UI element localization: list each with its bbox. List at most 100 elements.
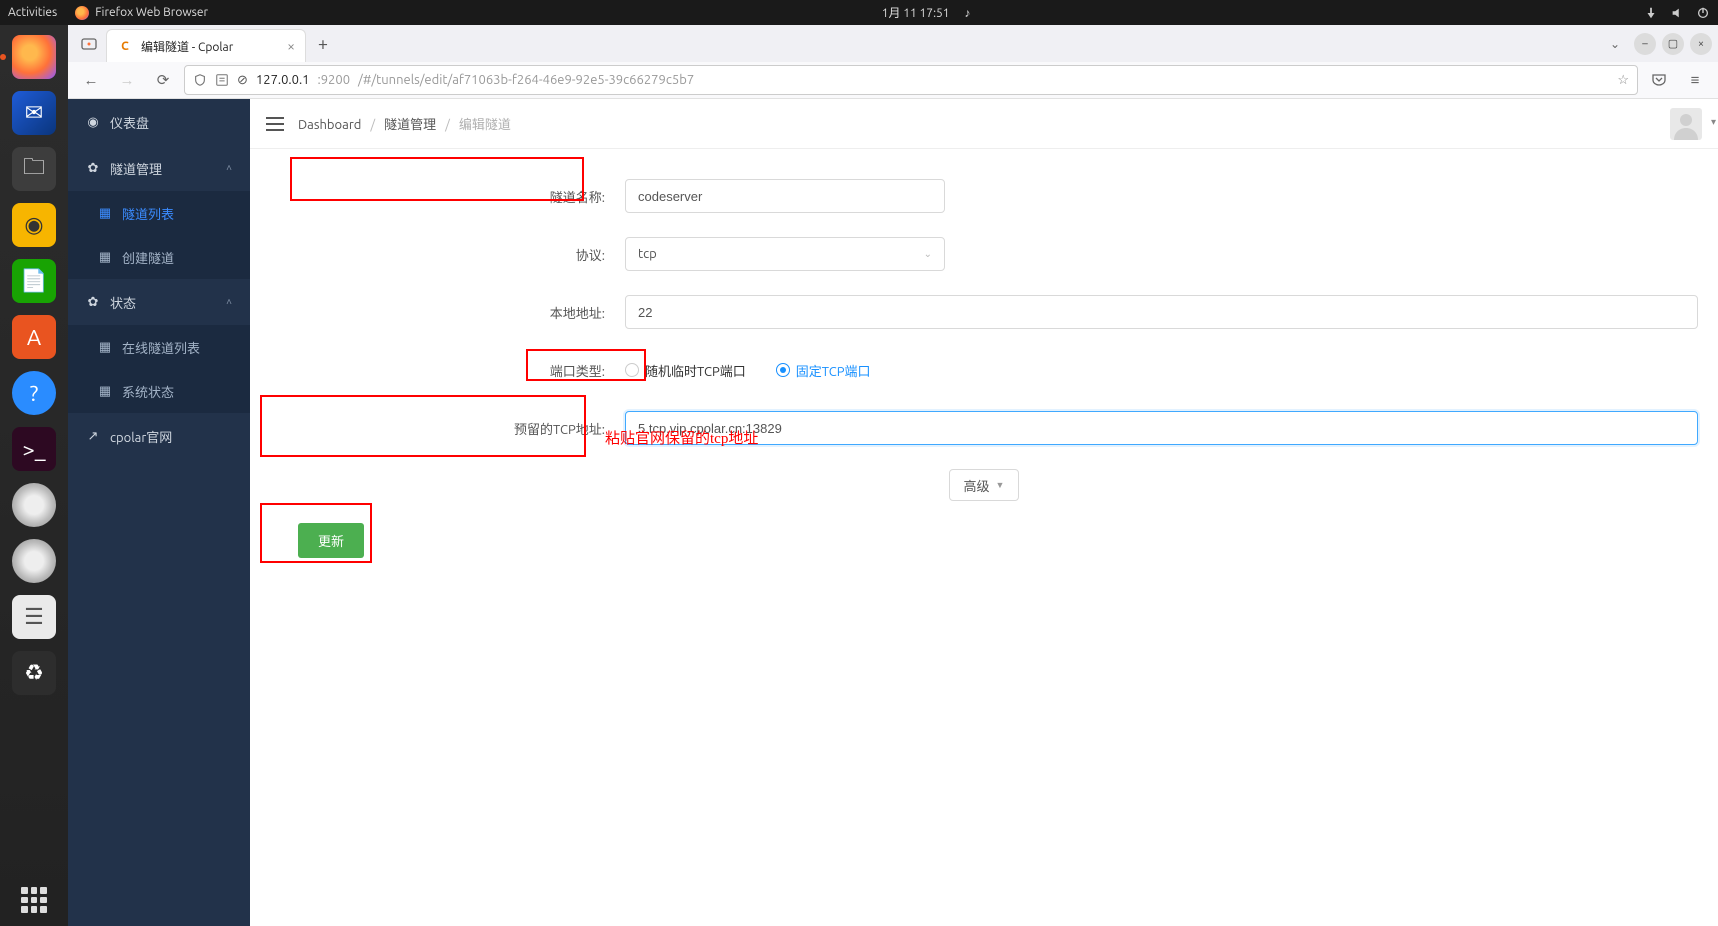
update-button[interactable]: 更新: [298, 523, 364, 558]
new-tab-button[interactable]: +: [306, 25, 340, 62]
lock-icon: ⊘: [237, 73, 248, 88]
sidebar-label: 隧道列表: [122, 204, 174, 223]
external-link-icon: ↗: [86, 429, 100, 443]
app-name-label: Firefox Web Browser: [95, 6, 208, 19]
recent-tabs-button[interactable]: [72, 25, 106, 62]
radio-label: 随机临时TCP端口: [645, 361, 746, 380]
chevron-up-icon: ˄: [226, 296, 232, 308]
sidebar-item-create-tunnel[interactable]: ▦ 创建隧道: [68, 235, 250, 279]
sidebar-item-tunnel-mgmt[interactable]: ✿ 隧道管理 ˄: [68, 145, 250, 191]
sidebar-label: 在线隧道列表: [122, 338, 200, 357]
dock-firefox[interactable]: [8, 31, 60, 83]
sidebar-label: 状态: [110, 293, 136, 312]
window-maximize-button[interactable]: ▢: [1662, 33, 1684, 55]
browser-tab[interactable]: C 编辑隧道 - Cpolar ×: [106, 29, 306, 62]
dock-software[interactable]: A: [8, 311, 60, 363]
url-port: :9200: [318, 73, 351, 87]
url-bar[interactable]: ⊘ 127.0.0.1 :9200 /#/tunnels/edit/af71063b…: [184, 65, 1638, 95]
chevron-down-icon: ⌄: [924, 248, 932, 260]
dock-rhythmbox[interactable]: ◉: [8, 199, 60, 251]
sidebar-item-status[interactable]: ✿ 状态 ˄: [68, 279, 250, 325]
status-icon: ✿: [86, 295, 100, 309]
breadcrumb-tunnel-mgmt[interactable]: 隧道管理: [384, 118, 436, 132]
dock-disc-1[interactable]: [8, 479, 60, 531]
permissions-icon: [215, 73, 229, 87]
radio-icon: [776, 363, 790, 377]
notification-icon: ♪: [964, 7, 970, 20]
protocol-value: tcp: [638, 247, 657, 261]
app-indicator[interactable]: Firefox Web Browser: [75, 6, 208, 20]
breadcrumb-dashboard[interactable]: Dashboard: [298, 118, 361, 132]
url-host: 127.0.0.1: [256, 73, 310, 87]
tab-title: 编辑隧道 - Cpolar: [141, 38, 279, 55]
grid-icon: ▦: [98, 384, 112, 398]
sidebar-label: cpolar官网: [110, 427, 172, 446]
grid-icon: ▦: [98, 250, 112, 264]
app-menu-button[interactable]: ≡: [1680, 65, 1710, 95]
ubuntu-dock: ✉ 🗀 ◉ 📄 A ? >_ ☰ ♻: [0, 25, 68, 926]
dock-thunderbird[interactable]: ✉: [8, 87, 60, 139]
volume-icon[interactable]: [1670, 6, 1684, 20]
dock-writer[interactable]: 📄: [8, 255, 60, 307]
dock-files[interactable]: 🗀: [8, 143, 60, 195]
network-icon[interactable]: [1644, 6, 1658, 20]
sidebar-label: 系统状态: [122, 382, 174, 401]
radio-label: 固定TCP端口: [796, 361, 871, 380]
content-header: Dashboard / 隧道管理 / 编辑隧道: [250, 99, 1718, 149]
sidebar-item-online-tunnels[interactable]: ▦ 在线隧道列表: [68, 325, 250, 369]
local-addr-input[interactable]: [625, 295, 1698, 329]
firefox-window: C 编辑隧道 - Cpolar × + ⌄ – ▢ × ← → ⟳ ⊘ 127.…: [68, 25, 1718, 926]
gear-icon: ✿: [86, 161, 100, 175]
breadcrumb: Dashboard / 隧道管理 / 编辑隧道: [298, 114, 511, 133]
window-close-button[interactable]: ×: [1690, 33, 1712, 55]
pocket-button[interactable]: [1644, 65, 1674, 95]
dock-terminal[interactable]: >_: [8, 423, 60, 475]
radio-random-port[interactable]: 随机临时TCP端口: [625, 361, 746, 380]
advanced-button[interactable]: 高级 ▼: [949, 469, 1020, 501]
firefox-icon: [75, 6, 89, 20]
dock-trash[interactable]: ♻: [8, 647, 60, 699]
nav-bar: ← → ⟳ ⊘ 127.0.0.1 :9200 /#/tunnels/edit/af…: [68, 62, 1718, 99]
gauge-icon: ◉: [86, 115, 100, 129]
back-button[interactable]: ←: [76, 65, 106, 95]
radio-icon: [625, 363, 639, 377]
sidebar-item-dashboard[interactable]: ◉ 仪表盘: [68, 99, 250, 145]
clock[interactable]: 1月 11 17:51 ♪: [208, 4, 1644, 21]
activities-button[interactable]: Activities: [8, 6, 57, 19]
power-icon[interactable]: [1696, 6, 1710, 20]
dock-show-apps[interactable]: [8, 874, 60, 926]
grid-icon: ▦: [98, 340, 112, 354]
label-protocol: 协议:: [270, 245, 625, 264]
reload-button[interactable]: ⟳: [148, 65, 178, 95]
radio-fixed-port[interactable]: 固定TCP端口: [776, 361, 871, 380]
forward-button[interactable]: →: [112, 65, 142, 95]
bookmark-star-icon[interactable]: ☆: [1617, 73, 1629, 88]
list-icon: ▦: [98, 206, 112, 220]
tab-close-button[interactable]: ×: [287, 38, 295, 54]
shield-icon: [193, 73, 207, 87]
sidebar-item-tunnel-list[interactable]: ▦ 隧道列表: [68, 191, 250, 235]
gnome-top-bar: Activities Firefox Web Browser 1月 11 17:…: [0, 0, 1718, 25]
sidebar: ◉ 仪表盘 ✿ 隧道管理 ˄ ▦ 隧道列表 ▦ 创建隧道 ✿ 状态 ˄: [68, 99, 250, 926]
label-tunnel-name: 隧道名称:: [270, 187, 625, 206]
sidebar-item-system-status[interactable]: ▦ 系统状态: [68, 369, 250, 413]
label-reserved-tcp: 预留的TCP地址:: [270, 419, 625, 438]
sidebar-label: 创建隧道: [122, 248, 174, 267]
dock-todo[interactable]: ☰: [8, 591, 60, 643]
window-minimize-button[interactable]: –: [1634, 33, 1656, 55]
sidebar-label: 仪表盘: [110, 113, 149, 132]
sidebar-toggle-button[interactable]: [266, 117, 284, 131]
sidebar-label: 隧道管理: [110, 159, 162, 178]
url-path: /#/tunnels/edit/af71063b-f264-46e9-92e5-…: [358, 73, 694, 87]
chevron-up-icon: ˄: [226, 162, 232, 174]
protocol-select[interactable]: tcp ⌄: [625, 237, 945, 271]
tabs-dropdown-icon[interactable]: ⌄: [1610, 37, 1620, 51]
tunnel-edit-form: 隧道名称: 协议: tcp ⌄ 本地地址:: [250, 149, 1718, 588]
sidebar-item-cpolar-site[interactable]: ↗ cpolar官网: [68, 413, 250, 459]
dock-help[interactable]: ?: [8, 367, 60, 419]
user-avatar-menu[interactable]: [1670, 108, 1702, 140]
main-content: Dashboard / 隧道管理 / 编辑隧道 隧道名称: 协议:: [250, 99, 1718, 926]
dock-disc-2[interactable]: [8, 535, 60, 587]
tunnel-name-input[interactable]: [625, 179, 945, 213]
reserved-tcp-input[interactable]: [625, 411, 1698, 445]
